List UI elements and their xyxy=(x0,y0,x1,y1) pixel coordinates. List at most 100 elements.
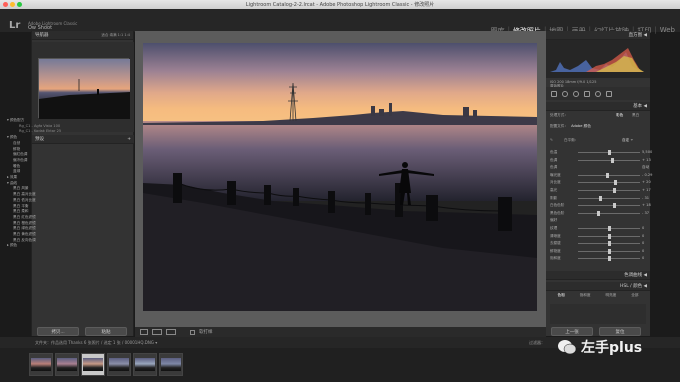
slider-knob[interactable] xyxy=(608,226,611,231)
slider-track[interactable] xyxy=(578,248,640,254)
slider-knob[interactable] xyxy=(597,210,601,216)
slider-row[interactable]: 偏好 xyxy=(550,218,650,223)
hsl-tab[interactable]: 全部 xyxy=(631,293,638,298)
slider-knob[interactable] xyxy=(608,256,611,262)
loupe-view-icon[interactable] xyxy=(140,329,148,335)
basic-header[interactable]: 基本 ◀ xyxy=(546,102,650,111)
histogram-header[interactable]: 直方图 ◀ xyxy=(546,31,650,40)
hsl-header[interactable]: HSL / 颜色 ◀ xyxy=(546,282,650,291)
filmstrip-thumbnail[interactable] xyxy=(133,353,157,376)
slider-row[interactable]: 白色色阶 + 18 xyxy=(550,203,651,209)
profile-row[interactable]: 配置文件： Adobe 颜色 xyxy=(550,124,591,129)
slider-track[interactable] xyxy=(578,256,640,262)
red-eye-icon[interactable] xyxy=(573,90,579,97)
minimize-window-icon[interactable] xyxy=(10,2,15,7)
slider-row[interactable]: 去朦胧 0 xyxy=(550,241,650,247)
slider-value[interactable]: 5,500 xyxy=(642,150,652,154)
slider-row[interactable]: 鲜艳度 0 xyxy=(550,248,650,254)
slider-track[interactable] xyxy=(578,150,640,155)
slider-value[interactable]: 0 xyxy=(642,256,644,260)
eyedropper-icon[interactable]: ✎ xyxy=(550,138,553,142)
filmstrip-thumbnail[interactable] xyxy=(29,353,53,376)
slider-value[interactable]: 0 xyxy=(642,249,644,253)
wb-value[interactable]: 自定 ÷ xyxy=(622,138,633,143)
copy-button[interactable]: 拷贝... xyxy=(37,327,79,336)
treatment-bw[interactable]: 黑白 xyxy=(632,113,639,118)
previous-button[interactable]: 上一张 xyxy=(551,327,593,336)
slider-value[interactable]: + 17 xyxy=(642,188,651,192)
radial-filter-icon[interactable] xyxy=(595,90,601,97)
slider-value[interactable]: 自动 xyxy=(642,165,649,170)
slider-track[interactable] xyxy=(578,172,640,178)
slider-value[interactable]: - 37 xyxy=(642,211,649,215)
slider-knob[interactable] xyxy=(613,203,617,209)
add-preset-icon[interactable]: + xyxy=(127,137,131,142)
slider-track[interactable] xyxy=(578,157,640,163)
slider-row[interactable]: 饱和度 0 xyxy=(550,256,650,262)
slider-knob[interactable] xyxy=(608,248,611,254)
slider-knob[interactable] xyxy=(611,157,614,163)
histogram[interactable] xyxy=(546,40,650,78)
main-photo[interactable] xyxy=(143,43,537,311)
navigator-preview[interactable] xyxy=(38,58,130,119)
slider-value[interactable]: 0 xyxy=(642,226,644,230)
filmstrip-thumbnail[interactable] xyxy=(159,353,183,376)
slider-knob[interactable] xyxy=(612,188,616,193)
slider-knob[interactable] xyxy=(605,172,609,178)
crop-tool-icon[interactable] xyxy=(551,90,557,97)
slider-knob[interactable] xyxy=(599,195,602,201)
softproof-checkbox[interactable] xyxy=(190,329,195,335)
slider-row[interactable]: 对比度 + 20 xyxy=(550,180,651,186)
filter-label[interactable]: 过滤器： xyxy=(529,340,545,346)
slider-value[interactable]: - 31 xyxy=(642,196,649,200)
filmstrip-thumbnail[interactable] xyxy=(107,353,131,376)
zoom-window-icon[interactable] xyxy=(17,2,22,7)
slider-track[interactable] xyxy=(578,226,640,231)
slider-value[interactable]: 0 xyxy=(642,241,644,245)
window-controls[interactable] xyxy=(3,2,22,7)
slider-track[interactable] xyxy=(578,203,640,209)
slider-row[interactable]: 色温 5,500 xyxy=(550,150,652,155)
slider-track[interactable] xyxy=(578,195,640,201)
slider-row[interactable]: 黑色色阶 - 37 xyxy=(550,210,650,216)
compare-view-icon[interactable] xyxy=(152,329,162,335)
wb-row[interactable]: ✎ 白平衡： 自定 ÷ xyxy=(550,138,633,142)
preset-group[interactable]: ▸ 颜色 xyxy=(7,243,61,249)
tone-curve-header[interactable]: 色调曲线 ◀ xyxy=(546,271,650,280)
slider-row[interactable]: 纹理 0 xyxy=(550,226,650,231)
spot-removal-icon[interactable] xyxy=(562,90,568,97)
slider-track[interactable] xyxy=(578,210,640,216)
adjustment-brush-icon[interactable] xyxy=(606,90,612,97)
slider-row[interactable]: 清晰度 0 xyxy=(550,233,650,239)
slider-row[interactable]: 曝光度 - 0.29 xyxy=(550,172,652,178)
slider-value[interactable]: + 20 xyxy=(642,180,651,184)
slider-knob[interactable] xyxy=(614,180,617,186)
hsl-tab[interactable]: 明亮度 xyxy=(606,293,617,298)
slider-row[interactable]: 高光 + 17 xyxy=(550,188,651,193)
paste-button[interactable]: 粘贴 xyxy=(85,327,127,336)
slider-knob[interactable] xyxy=(608,233,611,239)
slider-track[interactable] xyxy=(578,180,640,186)
hsl-tab[interactable]: 饱和度 xyxy=(580,293,591,298)
slider-knob[interactable] xyxy=(608,150,611,155)
slider-row[interactable]: 色调 + 13 xyxy=(550,157,651,163)
hsl-tab[interactable]: 色相 xyxy=(558,293,565,298)
navigator-header[interactable]: 导航器 适合 填满 1:1 1:4 xyxy=(32,31,133,40)
zoom-options[interactable]: 适合 填满 1:1 1:4 xyxy=(101,33,130,38)
slider-track[interactable] xyxy=(578,233,640,239)
filmstrip-thumbnail[interactable] xyxy=(55,353,79,376)
slider-value[interactable]: + 18 xyxy=(642,203,651,207)
slider-value[interactable]: + 13 xyxy=(642,158,651,162)
slider-knob[interactable] xyxy=(608,241,611,247)
graduated-filter-icon[interactable] xyxy=(584,90,590,97)
profile-value[interactable]: Adobe 颜色 xyxy=(571,124,591,128)
slider-value[interactable]: 0 xyxy=(642,234,644,238)
slider-track[interactable] xyxy=(578,241,640,247)
slider-track[interactable] xyxy=(578,188,640,193)
treatment-color[interactable]: 彩色 xyxy=(616,113,623,118)
slider-value[interactable]: - 0.29 xyxy=(642,173,652,177)
filmstrip-path[interactable]: 文件夹：作品选用 Thanks 6 张照片 / 选定 1 张 / 00001HQ… xyxy=(35,340,157,346)
slider-row[interactable]: 色调 自动 xyxy=(550,165,650,170)
slider-row[interactable]: 阴影 - 31 xyxy=(550,195,650,201)
hsl-sliders[interactable] xyxy=(550,304,646,324)
